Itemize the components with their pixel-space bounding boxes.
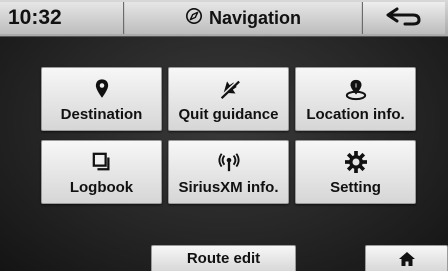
svg-text:i: i: [355, 83, 357, 90]
screen-title: Navigation: [125, 2, 361, 34]
top-bar: 10:32 Navigation: [0, 0, 448, 37]
signal-icon: [217, 149, 240, 175]
setting-label: Setting: [330, 179, 381, 196]
route-edit-button[interactable]: Route edit: [151, 245, 296, 271]
back-button[interactable]: [362, 2, 445, 34]
destination-label: Destination: [60, 106, 143, 123]
home-icon: [398, 252, 415, 271]
destination-button[interactable]: Destination: [41, 67, 162, 131]
siriusxm-info-label: SiriusXM info.: [178, 179, 279, 196]
logbook-label: Logbook: [69, 179, 134, 196]
siriusxm-info-button[interactable]: SiriusXM info.: [168, 140, 289, 204]
logbook-button[interactable]: Logbook: [41, 140, 162, 204]
gear-icon: [344, 149, 367, 175]
home-button[interactable]: [365, 245, 448, 271]
quit-guidance-icon: [217, 76, 241, 102]
quit-guidance-button[interactable]: Quit guidance: [168, 67, 289, 131]
location-info-label: Location info.: [306, 106, 405, 123]
setting-button[interactable]: Setting: [295, 140, 416, 204]
clock: 10:32: [0, 2, 124, 34]
logbook-icon: [92, 149, 112, 175]
quit-guidance-label: Quit guidance: [178, 106, 279, 123]
back-arrow-icon: [385, 5, 423, 32]
compass-icon: [185, 7, 203, 30]
location-info-button[interactable]: i Location info.: [295, 67, 416, 131]
map-pin-icon: [95, 76, 109, 102]
screen-title-text: Navigation: [208, 7, 301, 28]
location-info-icon: i: [345, 76, 367, 102]
navigation-screen: 10:32 Navigation Destination Quit guidan…: [0, 0, 448, 271]
